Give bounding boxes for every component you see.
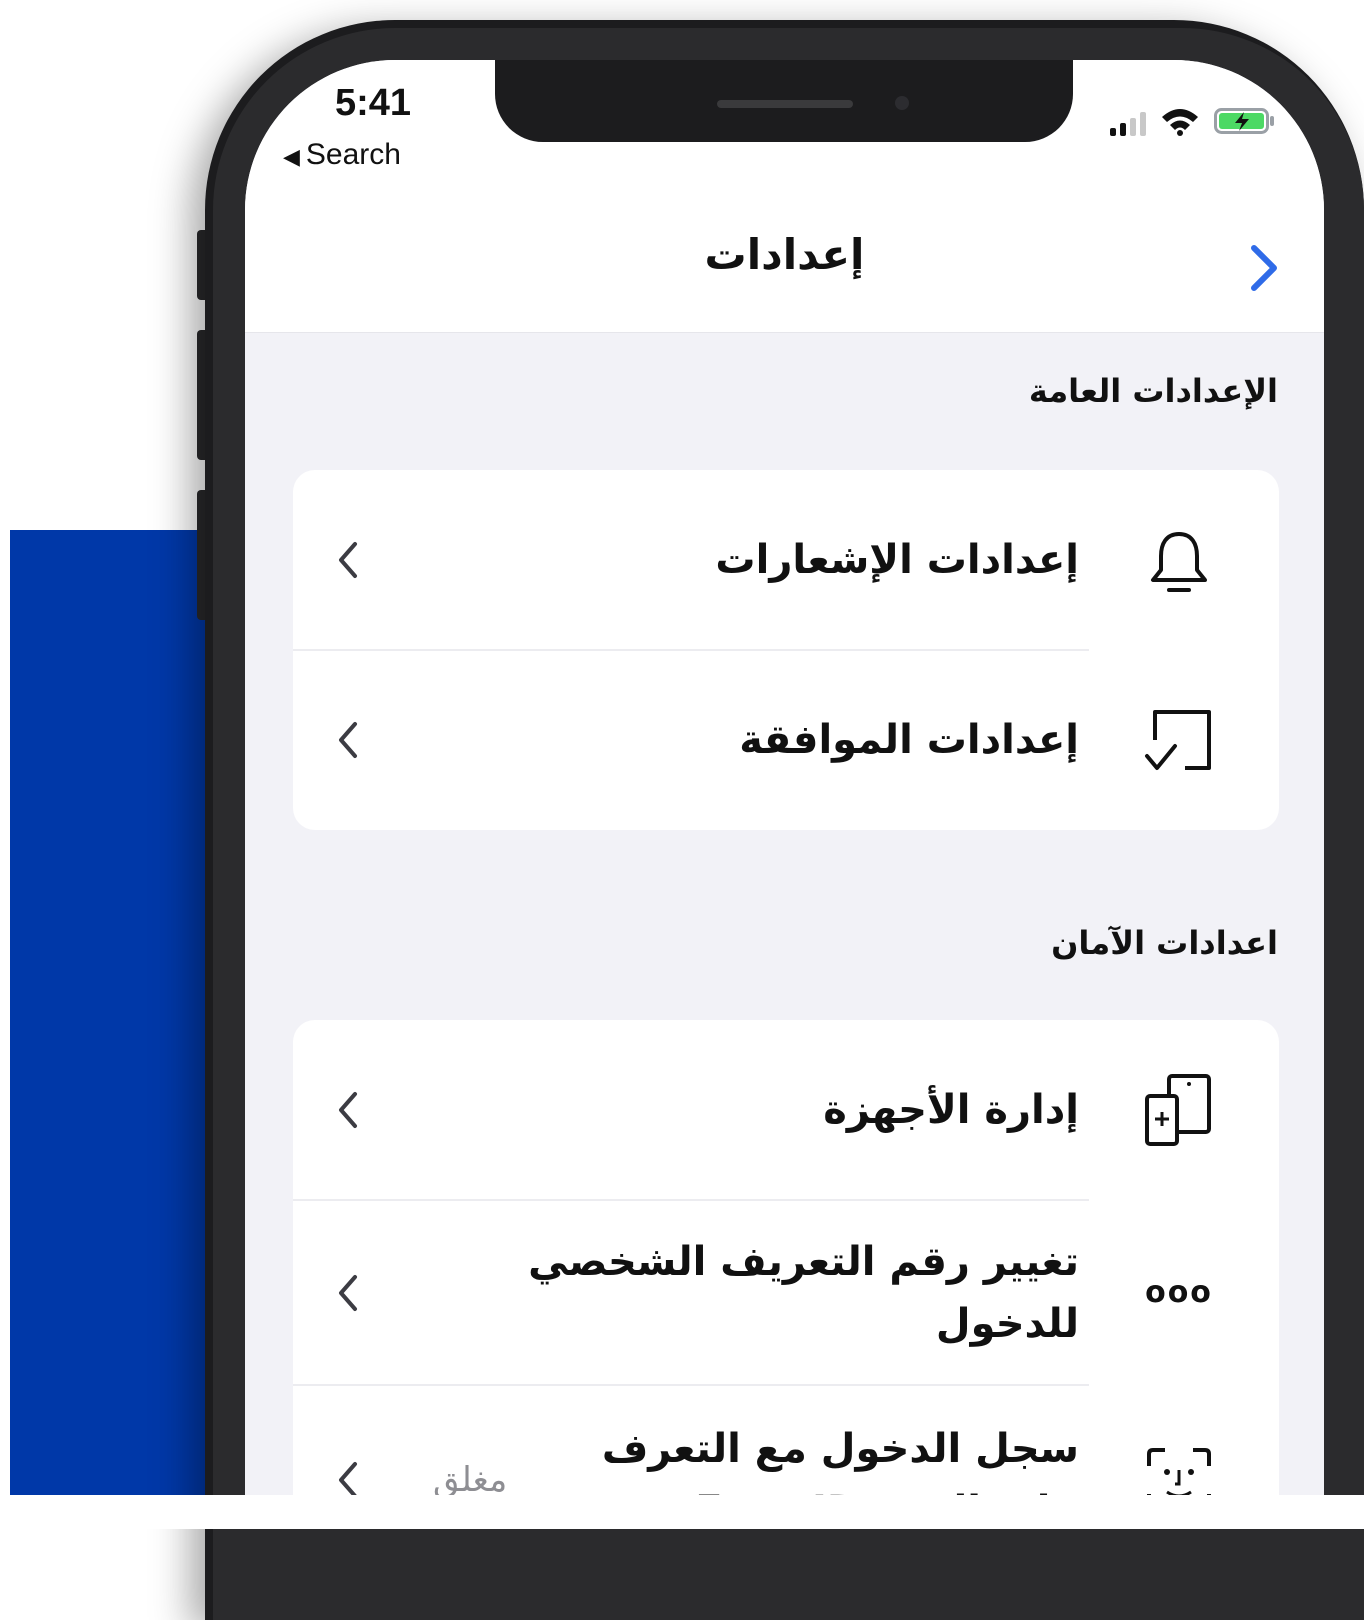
face-id-icon xyxy=(1147,1448,1211,1495)
back-to-search-link[interactable]: ◀ Search xyxy=(283,138,401,172)
bell-icon xyxy=(1151,532,1207,592)
list-item-label: إعدادات الإشعارات xyxy=(715,537,1079,583)
list-item-label: إدارة الأجهزة xyxy=(823,1087,1079,1133)
list-item-change-pin[interactable]: ooo تغيير رقم التعريف الشخصي للدخول xyxy=(293,1200,1279,1385)
back-search-label: Search xyxy=(305,138,401,171)
list-item-consent-settings[interactable]: إعدادات الموافقة xyxy=(293,650,1279,830)
phone-notch xyxy=(495,60,1073,142)
chevron-left-icon xyxy=(339,542,357,578)
battery-charging-icon xyxy=(1214,108,1274,134)
devices-icon xyxy=(1145,1074,1211,1146)
chevron-left-icon xyxy=(339,1462,357,1495)
status-icons xyxy=(1110,106,1276,136)
list-item-notification-settings[interactable]: إعدادات الإشعارات xyxy=(293,470,1279,650)
chevron-left-icon xyxy=(339,1274,357,1311)
back-triangle-icon: ◀ xyxy=(283,144,300,169)
chevron-left-icon xyxy=(339,722,357,758)
wifi-icon xyxy=(1162,109,1198,136)
list-item-label: سجل الدخول مع التعرف على الوجه Face ID xyxy=(601,1426,1079,1495)
general-settings-card: إعدادات الإشعارات إعدادات الموافقة xyxy=(293,470,1279,830)
front-camera xyxy=(895,96,909,110)
list-item-label: إعدادات الموافقة xyxy=(739,717,1079,763)
list-item-device-management[interactable]: إدارة الأجهزة xyxy=(293,1020,1279,1200)
phone-screen: 5:41 ◀ Search إعدادات الإعدادات العامة إ… xyxy=(245,60,1324,1495)
consent-check-icon xyxy=(1145,710,1211,770)
list-item-face-id-login[interactable]: سجل الدخول مع التعرف على الوجه Face ID م… xyxy=(293,1385,1279,1495)
security-settings-card: إدارة الأجهزة ooo تغيير رقم التعريف الشخ… xyxy=(293,1020,1279,1495)
face-id-status-value: مغلق xyxy=(433,1460,508,1495)
page-title: إعدادات xyxy=(704,230,865,279)
speaker-grille xyxy=(717,100,853,108)
pin-dots-icon: ooo xyxy=(1145,1274,1213,1310)
section-header-general: الإعدادات العامة xyxy=(1028,372,1278,410)
cellular-signal-icon xyxy=(1110,110,1146,136)
status-time: 5:41 xyxy=(335,82,412,124)
section-header-security: اعدادات الآمان xyxy=(1051,924,1278,962)
status-bar: 5:41 ◀ Search xyxy=(245,60,1324,220)
navigation-bar: إعدادات xyxy=(245,220,1324,333)
page-bottom-edge xyxy=(0,1495,1364,1529)
list-item-label: تغيير رقم التعريف الشخصي للدخول xyxy=(528,1238,1079,1347)
chevron-right-icon[interactable] xyxy=(1244,238,1284,298)
chevron-left-icon xyxy=(339,1092,357,1128)
